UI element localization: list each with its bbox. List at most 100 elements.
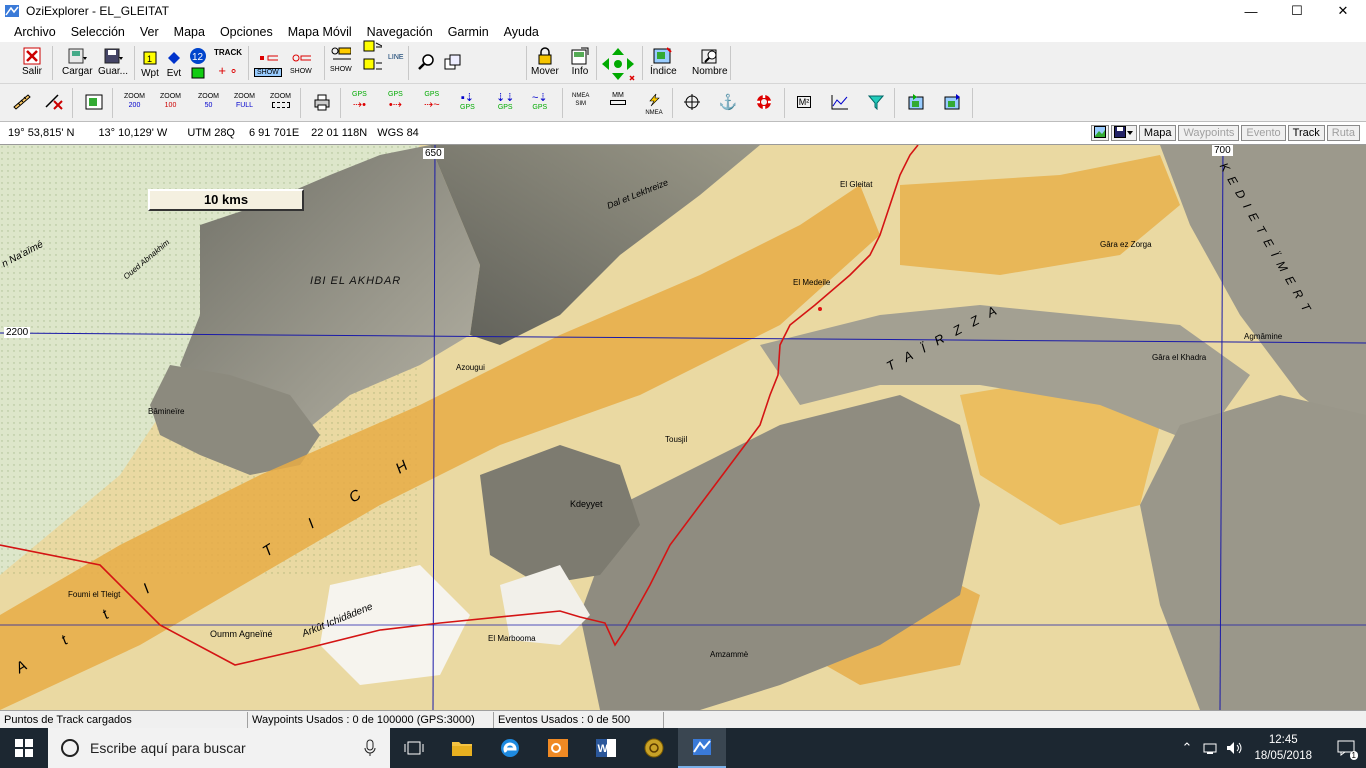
name-search-icon <box>700 46 720 66</box>
zoom200-label: ZOOM <box>124 93 145 100</box>
lifebuoy-icon <box>754 92 774 112</box>
show-waypoints-button[interactable]: SHOW <box>290 48 312 75</box>
tab-ruta[interactable]: Ruta <box>1326 125 1360 141</box>
lightning-icon <box>644 90 664 110</box>
nombre-button[interactable]: Nombre <box>692 46 728 77</box>
gps-upload-track-button[interactable]: GPS ⇢~ <box>424 91 440 111</box>
menu-navegacion[interactable]: Navegación <box>367 25 433 39</box>
minimize-button[interactable]: — <box>1228 0 1274 22</box>
nmea-button[interactable]: NMEA <box>644 90 664 116</box>
start-button[interactable] <box>0 728 48 768</box>
tab-track[interactable]: Track <box>1287 125 1325 141</box>
tab-waypoints[interactable]: Waypoints <box>1178 125 1240 141</box>
mover-button[interactable]: Mover <box>531 46 559 77</box>
taskbar-search[interactable]: Escribe aquí para buscar <box>48 728 390 768</box>
task-view-button[interactable] <box>390 728 438 768</box>
maximize-button[interactable]: ☐ <box>1274 0 1320 22</box>
area-button[interactable]: M² <box>794 92 814 112</box>
network-icon[interactable] <box>1202 741 1220 755</box>
info-button[interactable]: Info <box>570 46 590 77</box>
erase-button[interactable] <box>44 92 64 112</box>
indice-button[interactable]: Índice <box>650 46 677 77</box>
gps6-label: GPS <box>532 104 548 111</box>
index-map-icon <box>653 46 673 66</box>
status-events: Eventos Usados : 0 de 500 <box>494 711 664 728</box>
gps-download-track-button[interactable]: ~⇣ GPS <box>532 91 548 111</box>
gps-download-waypoints-button[interactable]: ▪⇣ GPS <box>460 91 475 111</box>
gps-upload-waypoints-button[interactable]: GPS ⇢• <box>352 91 367 111</box>
zoom-tool-button[interactable] <box>416 52 436 72</box>
show-route-button[interactable]: SHOW <box>330 46 352 73</box>
compass-app-button[interactable] <box>630 728 678 768</box>
track-button[interactable]: TRACK + ∘ <box>214 48 242 79</box>
salir-button[interactable]: Salir <box>22 46 42 77</box>
zoom50-button[interactable]: ZOOM 50 <box>198 92 219 110</box>
exit-icon <box>22 46 42 66</box>
route-waypoint-button[interactable]: 12 <box>188 46 208 80</box>
lifebuoy-button[interactable] <box>754 92 774 112</box>
show2-label: SHOW <box>290 68 312 75</box>
menu-mapa[interactable]: Mapa <box>174 25 205 39</box>
ruler-icon <box>12 92 32 112</box>
guardar-button[interactable]: Guar... <box>98 46 128 77</box>
map-export-button[interactable] <box>906 92 926 112</box>
show-track-button[interactable]: SHOW <box>254 48 282 77</box>
event-button[interactable]: Evt <box>164 48 184 79</box>
menu-ver[interactable]: Ver <box>140 25 159 39</box>
zoomfull-value: FULL <box>235 102 254 109</box>
map-import-button[interactable] <box>942 92 962 112</box>
window-tool-button[interactable] <box>442 52 462 72</box>
save-map-button[interactable] <box>1110 125 1137 141</box>
zoom50-value: 50 <box>204 102 213 109</box>
map-window-button[interactable] <box>84 92 104 112</box>
menu-archivo[interactable]: Archivo <box>14 25 56 39</box>
gps-upload-route-button[interactable]: GPS •⇢ <box>388 91 403 111</box>
moving-map-button[interactable]: MM <box>610 92 626 105</box>
notifications-button[interactable]: 1 <box>1326 728 1366 768</box>
evt-label: Evt <box>166 68 182 79</box>
cargar-button[interactable]: Cargar <box>62 46 93 77</box>
word-button[interactable]: W <box>582 728 630 768</box>
place-agmamine: Agmâmine <box>1244 332 1283 341</box>
edge-button[interactable] <box>486 728 534 768</box>
chevron-up-icon[interactable]: ⌃ <box>1182 740 1193 756</box>
zoom200-button[interactable]: ZOOM 200 <box>124 92 145 110</box>
speaker-icon[interactable] <box>1226 741 1244 755</box>
menu-garmin[interactable]: Garmin <box>448 25 489 39</box>
print-button[interactable] <box>312 92 332 112</box>
nmea-sim-button[interactable]: NMEA SIM <box>572 92 589 108</box>
outlook-icon <box>548 739 568 757</box>
menu-seleccion[interactable]: Selección <box>71 25 125 39</box>
waypoint-button[interactable]: 1 Wpt <box>140 48 160 79</box>
zoom100-button[interactable]: ZOOM 100 <box>160 92 181 110</box>
zoomfull-button[interactable]: ZOOM FULL <box>234 92 255 110</box>
filter-button[interactable] <box>866 92 886 112</box>
close-button[interactable]: ✕ <box>1320 0 1366 22</box>
gps5-label: GPS <box>497 104 513 111</box>
menu-mapa-movil[interactable]: Mapa Móvil <box>288 25 352 39</box>
elevation-profile-button[interactable] <box>830 92 850 112</box>
topographic-map[interactable] <box>0 145 1366 710</box>
crosshair-icon <box>682 92 702 112</box>
tab-mapa[interactable]: Mapa <box>1138 125 1177 141</box>
center-button[interactable] <box>682 92 702 112</box>
outlook-button[interactable] <box>534 728 582 768</box>
tab-evento[interactable]: Evento <box>1241 125 1286 141</box>
oziexplorer-taskbar-button[interactable] <box>678 728 726 768</box>
zoom-rect-button[interactable]: ZOOM <box>270 92 291 108</box>
map-image-button[interactable] <box>1090 125 1109 141</box>
file-explorer-button[interactable] <box>438 728 486 768</box>
anchor-button[interactable]: ⚓ <box>718 92 738 112</box>
map-window-icon <box>84 92 104 112</box>
menu-ayuda[interactable]: Ayuda <box>504 25 539 39</box>
clock[interactable]: 12:45 18/05/2018 <box>1254 732 1312 764</box>
main-toolbar: Salir Cargar Guar... 1 Wpt Evt 12 TRACK … <box>0 40 1366 127</box>
pan-button[interactable] <box>600 46 636 85</box>
gps-download-route-button[interactable]: ⇣⇣ GPS <box>496 91 514 111</box>
menu-opciones[interactable]: Opciones <box>220 25 273 39</box>
svg-text:12: 12 <box>192 52 204 63</box>
map-canvas[interactable]: 10 kms 650 700 2200 IBI EL AKHDAR El Gle… <box>0 145 1366 710</box>
draw-line-button[interactable] <box>362 40 382 70</box>
gps2-label: GPS <box>388 91 403 98</box>
ruler-button[interactable] <box>12 92 32 112</box>
